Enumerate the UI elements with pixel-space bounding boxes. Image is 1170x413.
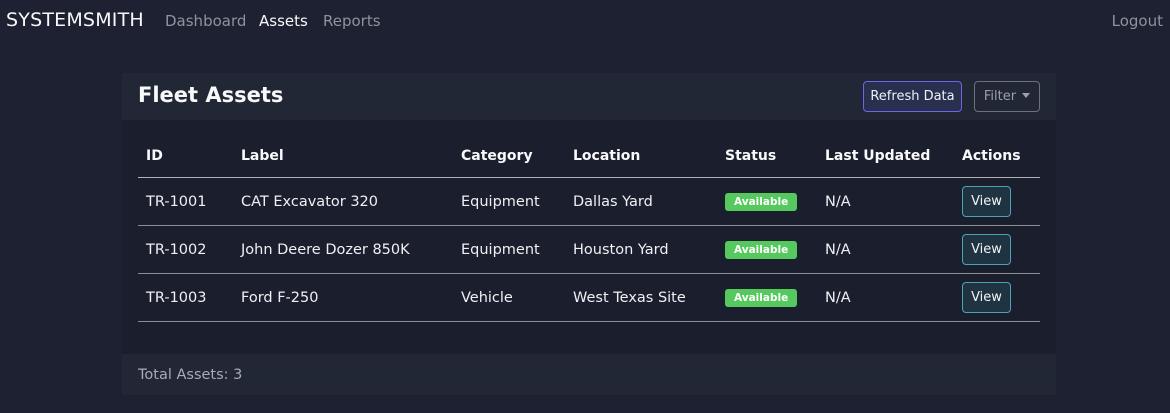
asset-location-cell: West Texas Site [565,273,717,322]
column-header-location: Location [565,135,717,178]
asset-category-cell: Vehicle [453,273,565,322]
table-row: TR-1002 John Deere Dozer 850K Equipment … [138,225,1040,274]
total-assets-count: Total Assets: 3 [138,367,243,383]
asset-label-cell: Ford F-250 [233,273,453,322]
asset-status-cell: Available [717,177,817,226]
caret-down-icon [1022,92,1031,98]
asset-label-cell: CAT Excavator 320 [233,177,453,226]
status-badge: Available [725,288,798,307]
asset-location-cell: Houston Yard [565,225,717,274]
status-badge: Available [725,192,798,211]
nav-link-assets[interactable]: Assets [259,12,308,30]
asset-actions-cell: View [954,273,1040,322]
asset-last-updated-cell: N/A [817,225,954,274]
asset-actions-cell: View [954,177,1040,226]
filter-dropdown-button[interactable]: Filter [974,81,1040,112]
asset-id-cell: TR-1001 [138,177,233,226]
column-header-actions: Actions [954,135,1040,178]
status-badge: Available [725,240,798,259]
column-header-last-updated: Last Updated [817,135,954,178]
asset-last-updated-cell: N/A [817,273,954,322]
column-header-label: Label [233,135,453,178]
table-row: TR-1001 CAT Excavator 320 Equipment Dall… [138,177,1040,226]
table-header-row: ID Label Category Location Status Last U… [138,135,1040,178]
filter-label: Filter [983,89,1017,104]
asset-last-updated-cell: N/A [817,177,954,226]
view-button[interactable]: View [962,282,1011,313]
nav-link-reports[interactable]: Reports [323,12,381,30]
view-button[interactable]: View [962,186,1011,217]
brand-logo[interactable]: SYSTEMSMITH [6,9,144,31]
table-row: TR-1003 Ford F-250 Vehicle West Texas Si… [138,273,1040,322]
card-footer: Total Assets: 3 [122,354,1056,395]
page-title: Fleet Assets [138,83,284,107]
asset-status-cell: Available [717,273,817,322]
card-header: Fleet Assets Refresh Data Filter [122,73,1056,120]
column-header-status: Status [717,135,817,178]
logout-link[interactable]: Logout [1112,12,1163,30]
asset-label-cell: John Deere Dozer 850K [233,225,453,274]
column-header-category: Category [453,135,565,178]
asset-id-cell: TR-1002 [138,225,233,274]
asset-actions-cell: View [954,225,1040,274]
asset-category-cell: Equipment [453,177,565,226]
refresh-data-button[interactable]: Refresh Data [863,81,962,112]
asset-id-cell: TR-1003 [138,273,233,322]
top-navbar: SYSTEMSMITH Dashboard Assets Reports Log… [0,0,1170,42]
asset-location-cell: Dallas Yard [565,177,717,226]
column-header-id: ID [138,135,233,178]
assets-table: ID Label Category Location Status Last U… [138,135,1040,322]
asset-category-cell: Equipment [453,225,565,274]
nav-link-dashboard[interactable]: Dashboard [165,12,246,30]
view-button[interactable]: View [962,234,1011,265]
fleet-assets-card: Fleet Assets Refresh Data Filter ID Labe… [122,73,1056,395]
asset-status-cell: Available [717,225,817,274]
